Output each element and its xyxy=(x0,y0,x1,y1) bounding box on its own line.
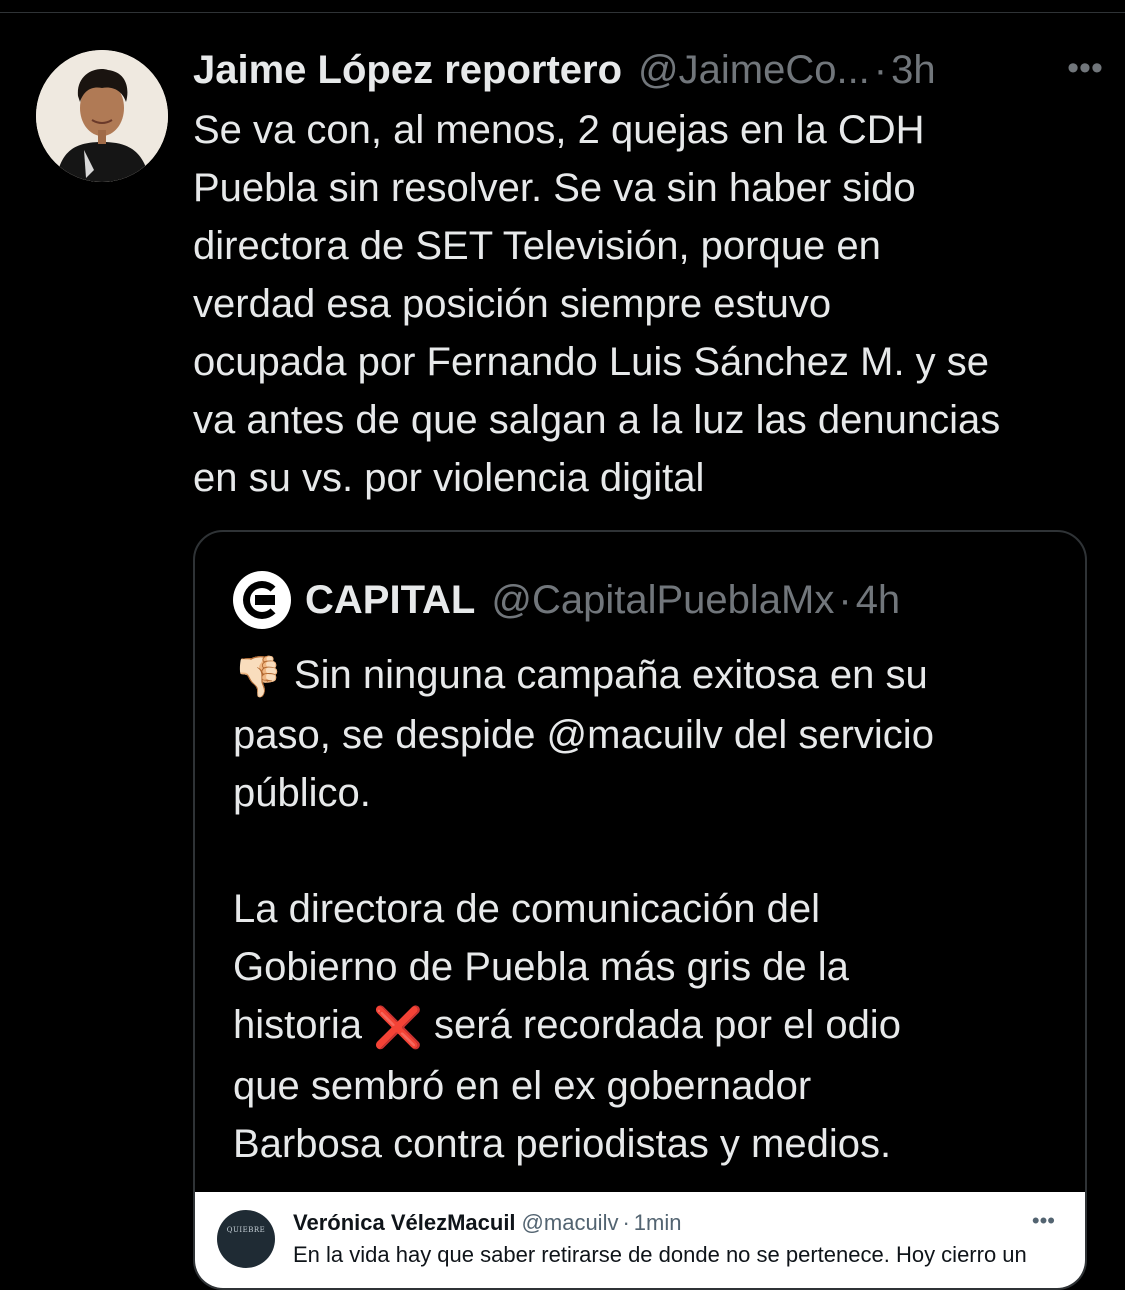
embedded-avatar: QUIEBRE xyxy=(217,1210,275,1268)
embedded-tweet-text: En la vida hay que saber retirarse de do… xyxy=(293,1242,1027,1267)
cross-mark-emoji: ❌ xyxy=(373,1005,423,1050)
quoted-timestamp[interactable]: 4h xyxy=(856,578,901,623)
top-divider xyxy=(0,12,1125,13)
more-options-icon[interactable]: ••• xyxy=(1059,50,1111,86)
embedded-author-handle: @macuilv xyxy=(521,1210,619,1235)
quoted-tweet-text: 👎🏻 Sin ninguna campaña exitosa en su pas… xyxy=(233,646,1063,1173)
quoted-tweet-header: CAPITAL @CapitalPueblaMx · 4h xyxy=(233,570,900,630)
embedded-avatar-text: QUIEBRE xyxy=(226,1226,266,1234)
author-avatar-image xyxy=(36,50,168,182)
author-handle[interactable]: @JaimeCo... xyxy=(638,48,870,93)
tweet-timestamp[interactable]: 3h xyxy=(891,48,936,93)
author-name[interactable]: Jaime López reportero xyxy=(193,48,622,93)
tweet-text: Se va con, al menos, 2 quejas en la CDH … xyxy=(193,108,1001,500)
separator-dot: · xyxy=(838,577,852,622)
embedded-separator: · xyxy=(622,1210,630,1235)
embedded-header: Verónica VélezMacuil @macuilv · 1min xyxy=(293,1210,681,1236)
embedded-timestamp: 1min xyxy=(633,1210,682,1235)
embedded-author-name: Verónica VélezMacuil xyxy=(293,1210,516,1235)
author-avatar[interactable] xyxy=(36,50,168,182)
embedded-screenshot: QUIEBRE Verónica VélezMacuil @macuilv · … xyxy=(195,1192,1085,1288)
thumbs-down-emoji: 👎🏻 xyxy=(233,655,283,700)
quoted-tweet-card[interactable]: CAPITAL @CapitalPueblaMx · 4h 👎🏻 Sin nin… xyxy=(193,530,1087,1290)
quoted-text-part-1: Sin ninguna campaña exitosa en su paso, … xyxy=(233,653,934,1048)
separator-dot: · xyxy=(873,47,888,92)
quoted-author-handle[interactable]: @CapitalPueblaMx xyxy=(491,578,834,623)
embedded-more-icon: ••• xyxy=(1031,1208,1055,1233)
capital-logo-icon[interactable] xyxy=(233,571,291,629)
quoted-author-name[interactable]: CAPITAL xyxy=(305,578,475,623)
tweet-header: Jaime López reportero @JaimeCo... · 3h xyxy=(193,42,1105,98)
